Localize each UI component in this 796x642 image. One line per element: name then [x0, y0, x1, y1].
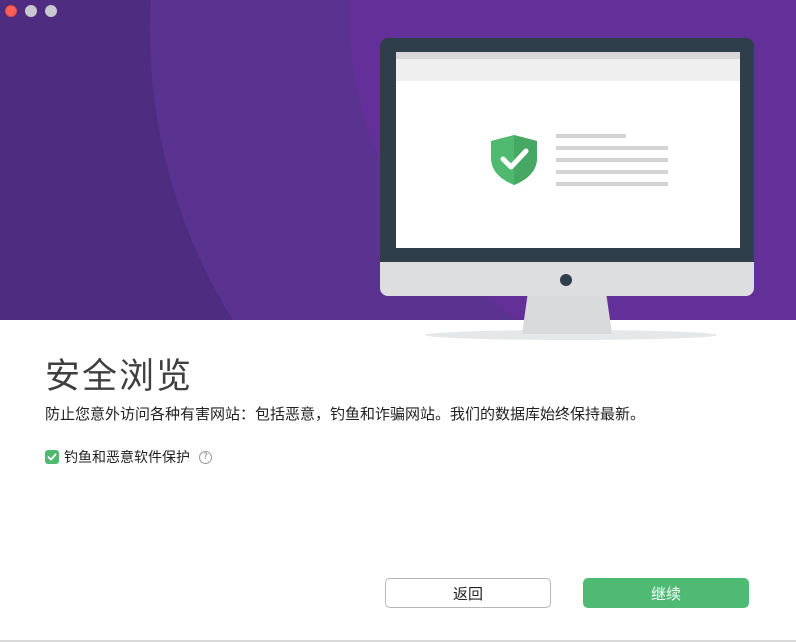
app-window: 安全浏览 防止您意外访问各种有害网站：包括恶意，钓鱼和诈骗网站。我们的数据库始终…	[0, 0, 796, 642]
monitor-illustration	[380, 38, 754, 296]
continue-button[interactable]: 继续	[583, 578, 749, 608]
phishing-protection-label: 钓鱼和恶意软件保护	[64, 450, 190, 466]
browser-toolbar	[396, 59, 740, 81]
minimize-window-button[interactable]	[25, 5, 37, 17]
shield-check-icon	[489, 134, 539, 186]
page-title: 安全浏览	[45, 357, 194, 397]
monitor-chin	[380, 262, 754, 296]
monitor-power-dot	[560, 274, 572, 286]
monitor-bezel	[380, 38, 754, 262]
monitor-screen	[396, 52, 740, 248]
text-placeholder-lines	[556, 134, 668, 194]
phishing-protection-checkbox[interactable]	[45, 450, 59, 464]
browser-titlebar	[396, 52, 740, 59]
close-window-button[interactable]	[5, 5, 17, 17]
maximize-window-button[interactable]	[45, 5, 57, 17]
phishing-protection-option: 钓鱼和恶意软件保护 ?	[45, 447, 212, 467]
back-button[interactable]: 返回	[385, 578, 551, 608]
window-controls	[5, 5, 57, 17]
page-description: 防止您意外访问各种有害网站：包括恶意，钓鱼和诈骗网站。我们的数据库始终保持最新。	[45, 405, 646, 423]
monitor-stand	[522, 296, 612, 334]
checkmark-icon	[47, 453, 57, 461]
help-icon[interactable]: ?	[199, 450, 212, 464]
